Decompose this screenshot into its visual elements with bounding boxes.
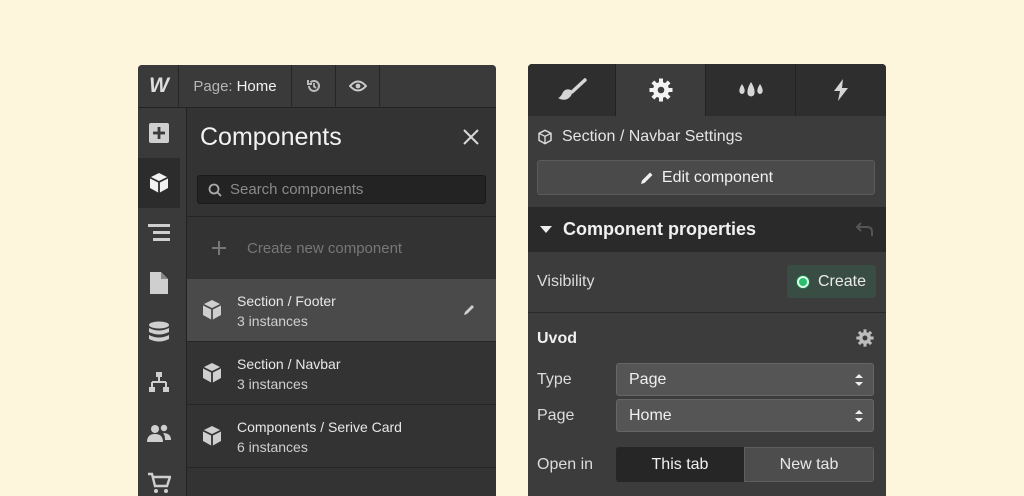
type-value: Page [629, 370, 667, 388]
panel-title: Components [200, 123, 342, 151]
cms-button[interactable] [138, 308, 179, 358]
component-name: Components / Serive Card [237, 419, 402, 435]
edit-component-label: Edit component [661, 168, 774, 186]
navigator-button[interactable] [138, 208, 179, 258]
close-button[interactable] [462, 128, 480, 146]
pages-icon [149, 271, 169, 295]
type-label: Type [537, 371, 572, 388]
components-panel-button[interactable] [138, 158, 180, 208]
divider [528, 312, 886, 313]
open-in-label: Open in [537, 456, 594, 473]
page-selector[interactable]: Page: Home [179, 65, 292, 107]
cms-icon [148, 321, 170, 345]
plus-icon [209, 238, 229, 258]
page-name: Home [236, 77, 277, 95]
components-icon [147, 171, 171, 195]
history-icon [305, 77, 323, 95]
eye-icon [348, 79, 367, 93]
settings-gear-icon [649, 78, 673, 102]
designer-left-panel: W Page: Home Components Search component… [138, 65, 496, 496]
component-cube-icon [200, 298, 224, 322]
select-arrows-icon [855, 409, 863, 423]
top-bar: W Page: Home [138, 65, 496, 108]
search-input[interactable] [228, 180, 472, 199]
panel-tabs [528, 64, 886, 116]
component-instance-count: 3 instances [237, 376, 308, 392]
group-settings-gear-icon[interactable] [856, 329, 874, 347]
reset-icon[interactable] [856, 221, 874, 237]
tab-lightning[interactable] [796, 64, 886, 116]
settings-header: Section / Navbar Settings [537, 128, 743, 146]
preview-button[interactable] [336, 65, 380, 107]
navigator-icon [147, 223, 171, 243]
settings-header-label: Section / Navbar Settings [562, 128, 743, 145]
tab-style[interactable] [528, 64, 616, 116]
create-new-label: Create new component [247, 239, 403, 257]
components-panel: Components Create new component Section … [187, 108, 496, 496]
component-cube-icon [200, 424, 224, 448]
history-button[interactable] [292, 65, 336, 107]
page-prefix: Page: [193, 77, 233, 95]
webflow-logo[interactable]: W [138, 65, 179, 107]
component-name: Section / Navbar [237, 356, 341, 372]
close-icon [462, 128, 480, 146]
component-instance-count: 6 instances [237, 439, 308, 455]
add-panel-button[interactable] [138, 108, 179, 158]
component-instance-count: 3 instances [237, 313, 308, 329]
logic-icon [147, 371, 171, 395]
component-item[interactable]: Section / Footer 3 instances [187, 279, 496, 342]
status-dot-icon [796, 275, 809, 288]
page-select[interactable]: Home [616, 399, 874, 432]
add-icon [148, 122, 170, 144]
tab-interactions[interactable] [706, 64, 796, 116]
component-item[interactable]: Section / Navbar 3 instances [187, 342, 496, 405]
component-cube-icon [200, 361, 224, 385]
edit-component-button[interactable]: Edit component [537, 160, 875, 195]
component-properties-header[interactable]: Component properties [528, 207, 886, 252]
users-button[interactable] [138, 408, 179, 458]
style-brush-icon [557, 78, 587, 102]
interactions-drops-icon [737, 80, 765, 100]
users-icon [146, 423, 172, 443]
visibility-label: Visibility [537, 273, 595, 290]
pages-button[interactable] [138, 258, 179, 308]
ecommerce-icon [147, 472, 171, 494]
search-field[interactable] [197, 175, 486, 204]
pencil-icon [639, 170, 655, 186]
component-name: Section / Footer [237, 293, 336, 309]
caret-down-icon [540, 225, 552, 234]
component-cube-icon [537, 129, 553, 145]
tab-settings[interactable] [616, 64, 706, 116]
component-properties-title: Component properties [563, 219, 757, 239]
logic-button[interactable] [138, 358, 179, 408]
search-icon [208, 183, 222, 197]
open-this-tab-option[interactable]: This tab [616, 447, 744, 482]
open-new-tab-option[interactable]: New tab [744, 447, 874, 482]
create-label: Create [817, 272, 867, 290]
settings-panel: Section / Navbar Settings Edit component… [528, 64, 886, 496]
component-item[interactable]: Components / Serive Card 6 instances [187, 405, 496, 468]
edit-pencil-icon[interactable] [462, 303, 476, 317]
type-select[interactable]: Page [616, 363, 874, 396]
open-in-segmented-control: This tab New tab [616, 447, 874, 482]
page-label: Page [537, 407, 575, 424]
create-new-component-button[interactable]: Create new component [187, 216, 496, 280]
left-rail [138, 108, 187, 496]
group-title: Uvod [537, 330, 577, 347]
page-value: Home [629, 406, 672, 424]
select-arrows-icon [855, 373, 863, 387]
ecommerce-button[interactable] [138, 458, 179, 496]
visibility-create-button[interactable]: Create [787, 265, 876, 298]
lightning-icon [832, 78, 850, 102]
